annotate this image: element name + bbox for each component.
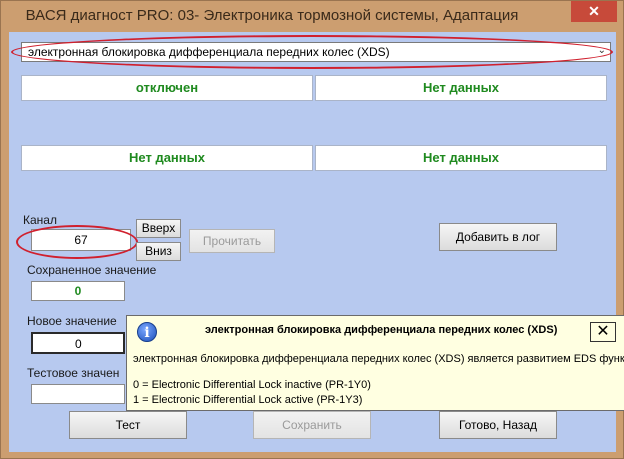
done-back-button[interactable]: Готово, Назад [439,411,557,439]
save-button[interactable]: Сохранить [253,411,371,439]
channel-down-button[interactable]: Вниз [136,242,181,261]
saved-value-field: 0 [31,281,125,301]
channel-value: 67 [74,233,88,247]
test-button[interactable]: Тест [69,411,187,439]
app-window: ВАСЯ диагност PRO: 03- Электроника тормо… [0,0,624,459]
value-mid-right: Нет данных [315,145,607,171]
tooltip-close-icon[interactable]: ✕ [590,322,616,342]
read-button[interactable]: Прочитать [189,229,275,253]
new-value: 0 [75,337,82,351]
channel-label: Канал [23,213,57,227]
value-mid-left: Нет данных [21,145,313,171]
channel-up-button[interactable]: Вверх [136,219,181,238]
chevron-down-icon[interactable]: ⌄ [598,45,606,56]
new-value-label: Новое значение [27,314,117,328]
test-value-input[interactable] [31,384,125,404]
add-log-button[interactable]: Добавить в лог [439,223,557,251]
tooltip-option-1: 1 = Electronic Differential Lock active … [133,394,363,406]
channel-input[interactable]: 67 [31,229,131,251]
value-top-right: Нет данных [315,75,607,101]
saved-value-label: Сохраненное значение [27,263,157,277]
tooltip-title: электронная блокировка дифференциала пер… [205,324,558,336]
test-value-label: Тестовое значен [27,366,120,380]
window-title: ВАСЯ диагност PRO: 03- Электроника тормо… [25,7,519,24]
function-select[interactable]: электронная блокировка дифференциала пер… [21,42,611,62]
function-select-value: электронная блокировка дифференциала пер… [28,45,390,59]
info-tooltip: i электронная блокировка дифференциала п… [126,315,624,411]
window-close-button[interactable]: ✕ [571,1,617,22]
tooltip-option-0: 0 = Electronic Differential Lock inactiv… [133,379,371,391]
tooltip-description: электронная блокировка дифференциала пер… [133,353,624,365]
saved-value: 0 [74,284,82,298]
value-top-left: отключен [21,75,313,101]
title-bar: ВАСЯ диагност PRO: 03- Электроника тормо… [1,1,623,32]
new-value-input[interactable]: 0 [31,332,125,354]
info-icon: i [137,322,157,342]
